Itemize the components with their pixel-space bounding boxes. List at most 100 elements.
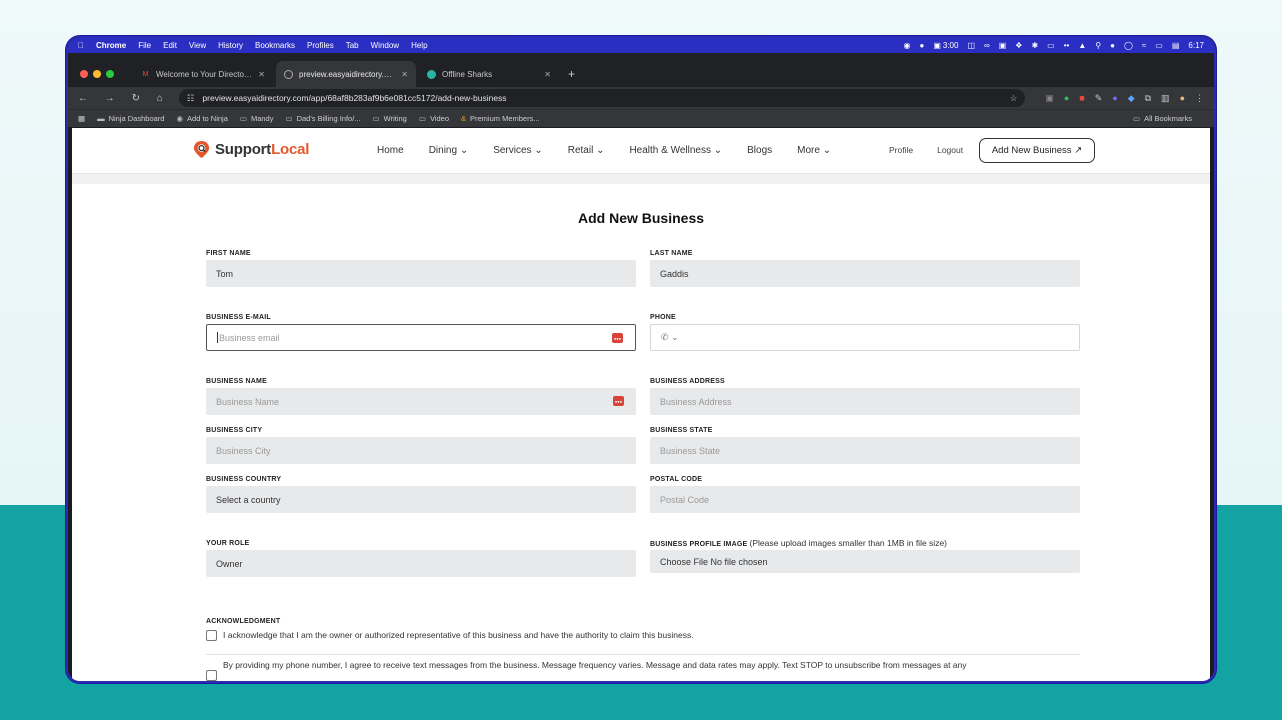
bookmark-writing[interactable]: ▭ Writing bbox=[373, 114, 407, 123]
search-icon[interactable]: ⚲ bbox=[1095, 41, 1101, 50]
nav-retail[interactable]: Retail ⌄ bbox=[568, 145, 605, 156]
nav-services[interactable]: Services ⌄ bbox=[493, 145, 543, 156]
maximize-window-button[interactable] bbox=[106, 70, 114, 78]
profile-image-label: BUSINESS PROFILE IMAGE (Please upload im… bbox=[650, 538, 947, 548]
new-tab-icon[interactable]: + bbox=[562, 61, 575, 87]
menu-view[interactable]: View bbox=[189, 41, 206, 50]
menu-tab[interactable]: Tab bbox=[346, 41, 359, 50]
shield-icon[interactable]: ◯ bbox=[1124, 41, 1133, 50]
kebab-menu-icon[interactable]: ⋮ bbox=[1195, 93, 1204, 104]
postal-code-field[interactable]: Postal Code bbox=[650, 486, 1080, 513]
close-tab-icon[interactable]: ✕ bbox=[401, 70, 408, 79]
logo-main: Support bbox=[215, 141, 272, 158]
close-tab-icon[interactable]: ✕ bbox=[258, 70, 265, 79]
form-container: Add New Business FIRST NAME Tom LAST NAM… bbox=[72, 184, 1210, 681]
profile-image-note: (Please upload images smaller than 1MB i… bbox=[749, 538, 947, 548]
url-text[interactable]: preview.easyaidirectory.com/app/68af8b28… bbox=[202, 93, 506, 103]
menu-help[interactable]: Help bbox=[411, 41, 427, 50]
role-select[interactable]: Owner bbox=[206, 550, 636, 577]
puzzle-icon[interactable]: ⧉ bbox=[1145, 93, 1151, 104]
menu-window[interactable]: Window bbox=[371, 41, 399, 50]
bookmark-add-to-ninja[interactable]: ◉ Add to Ninja bbox=[176, 114, 227, 123]
phone-field[interactable]: ✆ ⌄ bbox=[650, 324, 1080, 351]
sync-icon[interactable]: ◉ bbox=[903, 41, 910, 50]
close-window-button[interactable] bbox=[80, 70, 88, 78]
menu-app-name[interactable]: Chrome bbox=[96, 41, 126, 50]
nav-health-wellness[interactable]: Health & Wellness ⌄ bbox=[629, 145, 722, 156]
business-state-field[interactable]: Business State bbox=[650, 437, 1080, 464]
business-address-field[interactable]: Business Address bbox=[650, 388, 1080, 415]
bookmark-mandy[interactable]: ▭ Mandy bbox=[240, 114, 274, 123]
dots-icon[interactable]: •• bbox=[1064, 41, 1070, 50]
tab-offline-sharks[interactable]: Offline Sharks ✕ bbox=[419, 61, 559, 87]
evernote-icon[interactable]: ● bbox=[919, 41, 924, 50]
password-manager-icon[interactable]: ●●● bbox=[613, 396, 624, 406]
evernote-extension-icon[interactable]: ● bbox=[1064, 93, 1069, 103]
last-name-field[interactable]: Gaddis bbox=[650, 260, 1080, 287]
wifi-icon[interactable]: ≈ bbox=[1142, 41, 1146, 50]
password-manager-icon[interactable]: ●●● bbox=[612, 333, 623, 343]
home-icon[interactable]: ⌂ bbox=[157, 93, 163, 104]
nav-more[interactable]: More ⌄ bbox=[797, 145, 831, 156]
control-center-icon[interactable]: ▤ bbox=[1172, 41, 1180, 50]
tracker-extension-icon[interactable]: ■ bbox=[1079, 93, 1084, 103]
address-bar[interactable]: ☷ preview.easyaidirectory.com/app/68af8b… bbox=[178, 89, 1026, 107]
clock[interactable]: 6:17 bbox=[1188, 41, 1204, 50]
battery-icon[interactable]: ▭ bbox=[1155, 41, 1163, 50]
control-icon[interactable]: ▲ bbox=[1078, 41, 1086, 50]
extension-icon[interactable]: ▣ bbox=[1045, 93, 1054, 104]
bookmark-dads-billing[interactable]: ▭ Dad's Billing Info/... bbox=[285, 114, 360, 123]
window-icon[interactable]: ◫ bbox=[967, 41, 975, 50]
notes-icon[interactable]: ▣ bbox=[999, 41, 1007, 50]
owner-acknowledgment-checkbox[interactable] bbox=[206, 630, 217, 641]
nav-dining[interactable]: Dining ⌄ bbox=[429, 145, 469, 156]
logo[interactable]: SupportLocal bbox=[192, 140, 309, 159]
profile-link[interactable]: Profile bbox=[889, 145, 913, 155]
tab-preview[interactable]: preview.easyaidirectory.com/ ✕ bbox=[276, 61, 416, 87]
business-city-label: BUSINESS CITY bbox=[206, 427, 263, 434]
country-flag-icon[interactable]: ✆ ⌄ bbox=[661, 332, 679, 343]
nav-blogs[interactable]: Blogs bbox=[747, 145, 772, 156]
business-country-select[interactable]: Select a country bbox=[206, 486, 636, 513]
profile-image-title: BUSINESS PROFILE IMAGE bbox=[650, 541, 748, 548]
link-icon[interactable]: ∞ bbox=[984, 41, 990, 50]
menu-file[interactable]: File bbox=[138, 41, 151, 50]
first-name-field[interactable]: Tom bbox=[206, 260, 636, 287]
menu-edit[interactable]: Edit bbox=[163, 41, 177, 50]
menu-profiles[interactable]: Profiles bbox=[307, 41, 334, 50]
tab-welcome[interactable]: M Welcome to Your Directory N ✕ bbox=[133, 61, 273, 87]
eyedropper-icon[interactable]: ✎ bbox=[1095, 93, 1103, 104]
logout-link[interactable]: Logout bbox=[937, 145, 963, 155]
app-icon[interactable]: ● bbox=[1110, 41, 1115, 50]
forward-icon[interactable]: → bbox=[105, 93, 115, 104]
sidepanel-icon[interactable]: ▥ bbox=[1161, 93, 1170, 104]
site-info-icon[interactable]: ☷ bbox=[187, 93, 195, 104]
menu-bookmarks[interactable]: Bookmarks bbox=[255, 41, 295, 50]
bookmark-premium-members[interactable]: & Premium Members... bbox=[461, 114, 540, 123]
extension-icon[interactable]: ◆ bbox=[1128, 93, 1135, 104]
vpn-extension-icon[interactable]: ● bbox=[1112, 93, 1117, 103]
sms-consent-checkbox[interactable] bbox=[206, 670, 217, 681]
minimize-window-button[interactable] bbox=[93, 70, 101, 78]
nav-home[interactable]: Home bbox=[377, 145, 404, 156]
back-icon[interactable]: ← bbox=[78, 93, 88, 104]
email-field[interactable]: Business email ●●● bbox=[206, 324, 636, 351]
avatar[interactable]: ● bbox=[1180, 93, 1185, 103]
close-tab-icon[interactable]: ✕ bbox=[544, 70, 551, 79]
business-city-field[interactable]: Business City bbox=[206, 437, 636, 464]
apple-icon[interactable]:  bbox=[78, 41, 84, 50]
display-icon[interactable]: ▭ bbox=[1047, 41, 1055, 50]
timer-icon[interactable]: ▣ 3:00 bbox=[933, 41, 958, 50]
menu-history[interactable]: History bbox=[218, 41, 243, 50]
bluetooth-icon[interactable]: ✱ bbox=[1031, 41, 1038, 50]
bookmark-video[interactable]: ▭ Video bbox=[419, 114, 449, 123]
profile-image-file-input[interactable]: Choose File No file chosen bbox=[650, 550, 1080, 573]
add-new-business-button[interactable]: Add New Business ↗ bbox=[979, 138, 1095, 163]
apps-icon[interactable]: ▦ bbox=[78, 114, 85, 123]
bookmark-star-icon[interactable]: ☆ bbox=[1010, 93, 1018, 104]
reload-icon[interactable]: ↻ bbox=[132, 93, 140, 104]
bookmark-ninja-dashboard[interactable]: ▬ Ninja Dashboard bbox=[97, 114, 164, 123]
business-name-field[interactable]: Business Name ●●● bbox=[206, 388, 636, 415]
all-bookmarks[interactable]: ▭ All Bookmarks bbox=[1133, 114, 1192, 123]
dropbox-icon[interactable]: ❖ bbox=[1015, 41, 1022, 50]
